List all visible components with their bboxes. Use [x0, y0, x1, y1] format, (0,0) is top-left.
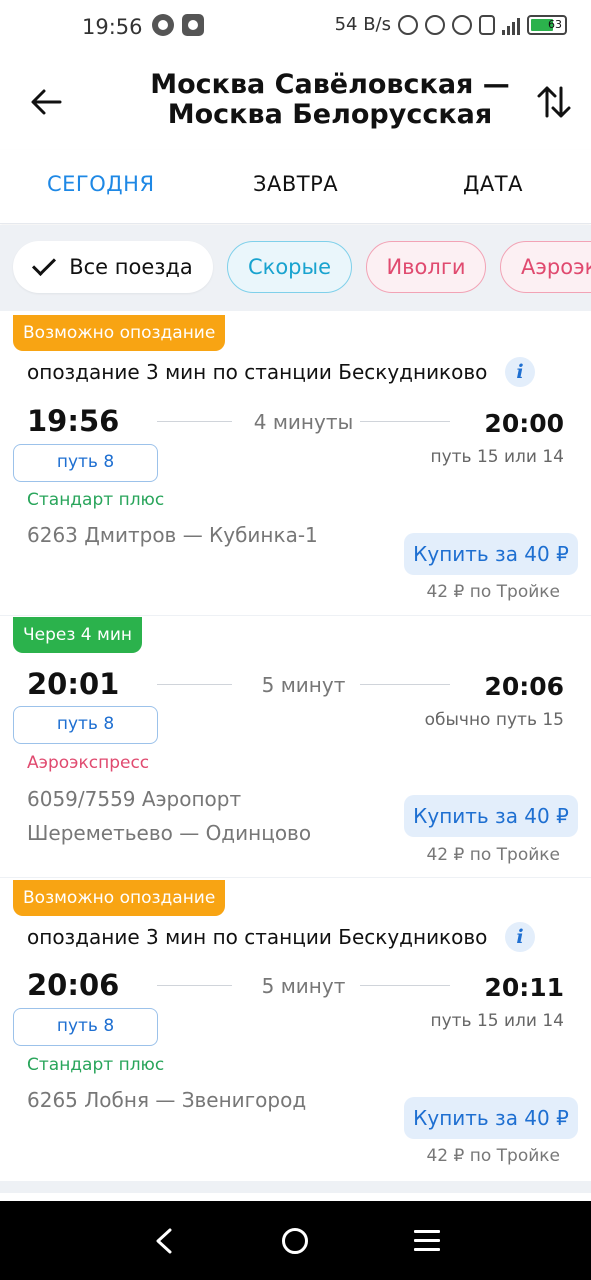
- departure-platform-button[interactable]: путь 8: [13, 444, 158, 482]
- nav-menu-icon[interactable]: [414, 1230, 440, 1252]
- arrival-platform: обычно путь 15: [424, 710, 564, 730]
- departure-platform-button[interactable]: путь 8: [13, 1008, 158, 1046]
- headphones-icon: [425, 14, 445, 35]
- departure-time: 20:06: [27, 968, 120, 1002]
- route-title-line1: Москва Савёловская —: [150, 69, 510, 100]
- train-route: 6059/7559 Аэропорт Шереметьево — Одинцов…: [27, 782, 311, 850]
- info-icon[interactable]: i: [505, 922, 535, 952]
- buy-ticket-button[interactable]: Купить за 40 ₽: [404, 1097, 578, 1139]
- status-system-icons: 54 B/s 63: [335, 14, 567, 35]
- filter-aero-label: Аэроэкспресс: [521, 255, 591, 279]
- status-badge: Через 4 мин: [13, 617, 143, 653]
- sync-icon: [182, 14, 204, 36]
- arrival-time: 20:00: [484, 409, 564, 438]
- duration-label: 5 минут: [261, 673, 346, 697]
- media-icon: [152, 14, 174, 36]
- train-category: Стандарт плюс: [27, 1055, 165, 1075]
- duration-label: 5 минут: [261, 974, 346, 998]
- troika-price: 42 ₽ по Тройке: [426, 1146, 560, 1166]
- filter-aeroexpress[interactable]: Аэроэкспресс: [500, 241, 591, 293]
- train-card[interactable]: [0, 1193, 591, 1201]
- filter-ivolgi[interactable]: Иволги: [366, 241, 486, 293]
- nav-home-icon[interactable]: [282, 1228, 308, 1254]
- app-header: Москва Савёловская — Москва Белорусская: [0, 56, 591, 150]
- train-card[interactable]: Возможно опоздание опоздание 3 мин по ст…: [0, 878, 591, 1181]
- trip-duration: 4 минуты: [157, 410, 450, 434]
- train-card[interactable]: Возможно опоздание опоздание 3 мин по ст…: [0, 311, 591, 615]
- info-icon[interactable]: i: [505, 357, 535, 387]
- tab-tomorrow[interactable]: ЗАВТРА: [253, 172, 338, 196]
- filter-fast[interactable]: Скорые: [227, 241, 352, 293]
- status-badge: Возможно опоздание: [13, 315, 226, 351]
- route-title: Москва Савёловская — Москва Белорусская: [120, 70, 540, 130]
- troika-price: 42 ₽ по Тройке: [426, 582, 560, 602]
- alarm-icon: [398, 14, 418, 35]
- arrival-time: 20:06: [484, 672, 564, 701]
- delay-notice: опоздание 3 мин по станции Бескудниково: [27, 360, 488, 384]
- troika-price: 42 ₽ по Тройке: [426, 845, 560, 865]
- arrival-time: 20:11: [484, 973, 564, 1002]
- trip-duration: 5 минут: [157, 974, 450, 998]
- status-time: 19:56: [82, 15, 143, 39]
- route-line: Шереметьево — Одинцово: [27, 821, 312, 845]
- arrow-left-icon[interactable]: [26, 82, 66, 122]
- route-line: 6265 Лобня — Звенигород: [27, 1088, 307, 1112]
- status-bar: 19:56 54 B/s 63: [0, 0, 591, 56]
- nav-back-icon[interactable]: [152, 1227, 176, 1255]
- filter-all-trains[interactable]: Все поезда: [13, 241, 213, 293]
- departure-platform-button[interactable]: путь 8: [13, 706, 158, 744]
- status-notification-icons: [152, 14, 204, 36]
- tab-today[interactable]: СЕГОДНЯ: [47, 172, 155, 196]
- route-line: 6059/7559 Аэропорт: [27, 787, 242, 811]
- route-line: 6263 Дмитров — Кубинка-1: [27, 523, 318, 547]
- train-list: Возможно опоздание опоздание 3 мин по ст…: [0, 311, 591, 1201]
- signal-icon: [502, 15, 520, 35]
- route-title-line2: Москва Белорусская: [167, 99, 493, 130]
- train-route: 6263 Дмитров — Кубинка-1: [27, 518, 318, 552]
- train-category: Стандарт плюс: [27, 490, 165, 510]
- delay-notice: опоздание 3 мин по станции Бескудниково: [27, 925, 488, 949]
- duration-label: 4 минуты: [253, 410, 354, 434]
- train-route: 6265 Лобня — Звенигород: [27, 1083, 306, 1117]
- buy-ticket-button[interactable]: Купить за 40 ₽: [404, 795, 578, 837]
- train-card[interactable]: Через 4 мин 20:01 5 минут 20:06 путь 8 о…: [0, 616, 591, 877]
- filter-fast-label: Скорые: [247, 255, 332, 279]
- departure-time: 19:56: [27, 404, 120, 438]
- filter-all-label: Все поезда: [69, 255, 193, 279]
- buy-ticket-button[interactable]: Купить за 40 ₽: [404, 533, 578, 575]
- network-speed: 54 B/s: [334, 14, 391, 35]
- date-tabs: СЕГОДНЯ ЗАВТРА ДАТА: [0, 150, 591, 224]
- arrival-platform: путь 15 или 14: [430, 1011, 564, 1031]
- nfc-icon: [452, 14, 472, 35]
- filter-ivolgi-label: Иволги: [386, 255, 466, 279]
- battery-icon: 63: [527, 14, 567, 35]
- departure-time: 20:01: [27, 667, 120, 701]
- battery-level: 63: [548, 17, 562, 31]
- system-navigation-bar: [0, 1201, 591, 1280]
- swap-vertical-icon[interactable]: [534, 80, 574, 124]
- check-icon: [32, 251, 57, 277]
- arrival-platform: путь 15 или 14: [430, 447, 564, 467]
- vibrate-icon: [479, 14, 495, 35]
- train-category: Аэроэкспресс: [27, 753, 150, 773]
- tab-date[interactable]: ДАТА: [463, 172, 523, 196]
- trip-duration: 5 минут: [157, 673, 450, 697]
- train-filters: Все поезда Скорые Иволги Аэроэкспресс: [0, 225, 591, 311]
- status-badge: Возможно опоздание: [13, 880, 226, 916]
